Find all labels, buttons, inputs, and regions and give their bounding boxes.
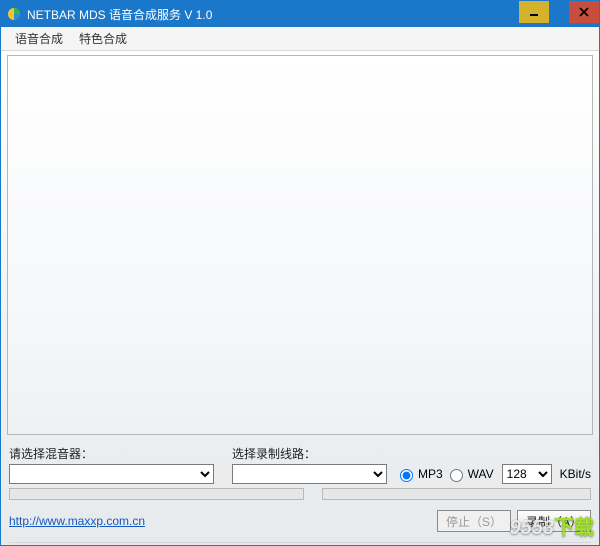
- controls-panel: 请选择混音器： 选择录制线路： MP3: [1, 441, 599, 502]
- app-window: NETBAR MDS 语音合成服务 V 1.0 语音合成 特色合成 请选择混音器…: [0, 0, 600, 546]
- title-bar: NETBAR MDS 语音合成服务 V 1.0: [1, 1, 599, 27]
- window-title: NETBAR MDS 语音合成服务 V 1.0: [27, 6, 212, 23]
- mixer-progress: [9, 488, 304, 500]
- menu-special-synthesis[interactable]: 特色合成: [71, 28, 135, 49]
- record-button[interactable]: 录制（A）: [517, 510, 591, 532]
- bitrate-unit: KBit/s: [560, 467, 591, 481]
- mixer-select[interactable]: [9, 464, 214, 484]
- recording-line-select[interactable]: [232, 464, 387, 484]
- minimize-button[interactable]: [519, 1, 549, 23]
- text-input-area[interactable]: [7, 55, 593, 435]
- line-progress: [322, 488, 591, 500]
- line-label: 选择录制线路：: [232, 445, 591, 462]
- bottom-row: http://www.maxxp.com.cn 停止（S） 录制（A）: [1, 502, 599, 540]
- client-area: 请选择混音器： 选择录制线路： MP3: [1, 51, 599, 545]
- menu-speech-synthesis[interactable]: 语音合成: [7, 28, 71, 49]
- app-icon: [7, 7, 21, 21]
- website-link[interactable]: http://www.maxxp.com.cn: [9, 514, 145, 528]
- format-radio-group: MP3 WAV: [395, 466, 494, 482]
- bitrate-select[interactable]: 128: [502, 464, 552, 484]
- mixer-label: 请选择混音器：: [9, 445, 214, 462]
- radio-mp3[interactable]: MP3: [395, 466, 443, 482]
- radio-mp3-input[interactable]: [400, 469, 413, 482]
- radio-wav-input[interactable]: [450, 469, 463, 482]
- close-button[interactable]: [569, 1, 599, 23]
- menu-bar: 语音合成 特色合成: [1, 27, 599, 51]
- radio-wav[interactable]: WAV: [445, 466, 494, 482]
- stop-button[interactable]: 停止（S）: [437, 510, 511, 532]
- bottom-divider: [9, 542, 591, 543]
